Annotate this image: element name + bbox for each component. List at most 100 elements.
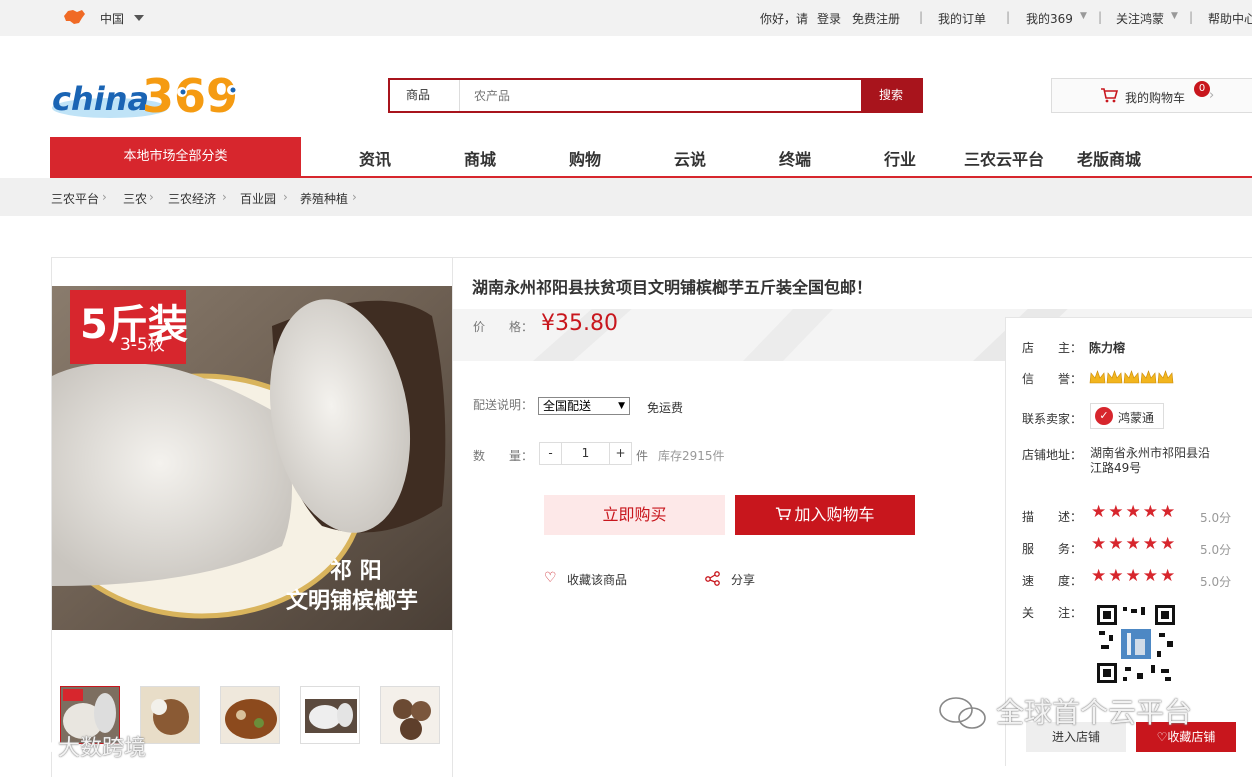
breadcrumb-item[interactable]: 三农经济 (168, 190, 216, 207)
breadcrumb-item[interactable]: 三农平台 (51, 190, 99, 207)
help-center-link[interactable]: 帮助中心 (1208, 10, 1252, 27)
cart-icon (1100, 87, 1119, 106)
watermark-text: 全球首个云平台 (996, 696, 1193, 729)
cart-label: 我的购物车 (1125, 91, 1186, 105)
separator: | (919, 10, 924, 24)
rating-stars: ★★★★★ (1091, 534, 1178, 554)
address-label: 店铺地址： (1022, 448, 1083, 462)
quantity-input[interactable]: 1 (562, 443, 609, 464)
heart-icon[interactable]: ♡ (544, 570, 557, 586)
logo-text-369: 369 (142, 69, 238, 123)
chevron-right-icon: › (352, 190, 357, 204)
nav-item-terminal[interactable]: 终端 (779, 146, 811, 170)
image-caption: 文明铺槟榔芋 (286, 588, 418, 614)
shipping-option: 全国配送 (543, 399, 592, 413)
nav-item-old-mall[interactable]: 老版商城 (1077, 146, 1141, 170)
cart-icon (775, 496, 792, 536)
price-label: 价 格： (473, 320, 534, 334)
chevron-right-icon: › (283, 190, 288, 204)
add-to-cart-button[interactable]: 加入购物车 (735, 495, 915, 535)
nav-item-shopping[interactable]: 购物 (569, 146, 601, 170)
thumbnail-image[interactable] (380, 686, 440, 744)
nav-item-news[interactable]: 资讯 (359, 146, 391, 170)
crown-icon (1089, 369, 1175, 388)
share-icon[interactable] (705, 571, 721, 589)
rating-score: 5.0分 (1200, 543, 1232, 557)
search-input[interactable] (460, 80, 861, 111)
nav-item-industry[interactable]: 行业 (884, 146, 916, 170)
nav-item-mall[interactable]: 商城 (464, 146, 496, 170)
register-link[interactable]: 免费注册 (852, 10, 900, 27)
chevron-right-icon: › (1209, 88, 1215, 103)
buy-now-button[interactable]: 立即购买 (544, 495, 725, 535)
shipping-fee: 免运费 (647, 401, 684, 415)
breadcrumb-item[interactable]: 三农 (123, 190, 147, 207)
rating-score: 5.0分 (1200, 575, 1232, 589)
nav-item-cloud-talk[interactable]: 云说 (674, 146, 706, 170)
rating-label: 描 述： (1022, 510, 1083, 524)
chevron-down-icon[interactable] (134, 15, 144, 21)
greeting-text: 你好，请 (760, 12, 809, 26)
login-link[interactable]: 登录 (817, 10, 841, 27)
add-to-cart-label: 加入购物车 (794, 505, 875, 524)
contact-label: 联系卖家： (1022, 412, 1083, 426)
quantity-minus-button[interactable]: - (540, 443, 562, 464)
site-logo[interactable]: china 369 (50, 62, 260, 126)
share-link[interactable]: 分享 (731, 571, 755, 588)
rating-stars: ★★★★★ (1091, 566, 1178, 586)
quantity-label: 数 量： (473, 449, 534, 463)
stock-count: 库存2915件 (658, 449, 725, 463)
owner-name: 陈力榕 (1089, 341, 1126, 355)
my369-menu[interactable]: 我的369 (1026, 10, 1073, 27)
quantity-plus-button[interactable]: + (609, 443, 631, 464)
follow-label: 关 注： (1022, 606, 1083, 620)
thumbnail-image[interactable] (140, 686, 200, 744)
hongmengtong-icon: ✓ (1095, 407, 1113, 425)
region-selector[interactable]: 中国 (100, 10, 124, 27)
chevron-right-icon: › (102, 190, 107, 204)
cart-count-badge: 0 (1194, 81, 1210, 97)
product-main-image[interactable]: 5斤装 3-5枚 祁 阳 文明铺槟榔芋 (52, 286, 452, 630)
chevron-right-icon: › (222, 190, 227, 204)
breadcrumb-item[interactable]: 百业园 (240, 190, 276, 207)
watermark-text: 大数跨境 (58, 736, 147, 761)
logo-text-china: china (52, 80, 149, 118)
rating-label: 服 务： (1022, 542, 1083, 556)
search-category-select[interactable]: 商品 (390, 80, 460, 111)
watermark-logo-icon (8, 728, 56, 761)
chevron-down-icon: ▼ (618, 401, 625, 411)
qr-code-icon (1097, 605, 1175, 683)
shipping-select[interactable]: 全国配送 ▼ (538, 397, 630, 415)
collect-product-link[interactable]: 收藏该商品 (567, 571, 627, 588)
search-button[interactable]: 搜索 (861, 80, 921, 111)
breadcrumb-item[interactable]: 养殖种植 (300, 190, 348, 207)
thumbnail-image[interactable] (300, 686, 360, 744)
follow-menu[interactable]: 关注鸿蒙 (1116, 10, 1164, 27)
favorite-store-label: 收藏店铺 (1167, 730, 1216, 744)
contact-seller-button[interactable]: ✓ 鸿蒙通 (1090, 403, 1164, 429)
price-value: ¥35.80 (541, 311, 618, 336)
quantity-stepper: - 1 + (539, 442, 632, 465)
chevron-down-icon[interactable]: ▼ (1080, 11, 1087, 21)
image-badge-subtext: 3-5枚 (120, 335, 165, 355)
wechat-icon (938, 696, 988, 733)
nav-item-sannong-cloud[interactable]: 三农云平台 (964, 146, 1044, 170)
separator: | (1098, 10, 1103, 24)
rating-label: 速 度： (1022, 574, 1083, 588)
product-title: 湖南永州祁阳县扶贫项目文明铺槟榔芋五斤装全国包邮！ (472, 278, 873, 297)
all-categories-button[interactable]: 本地市场全部分类 (50, 137, 301, 177)
owner-label: 店 主： (1022, 341, 1083, 355)
store-address: 湖南省永州市祁阳县沿江路49号 (1090, 446, 1211, 475)
top-bar: 中国 你好，请 登录 免费注册 | 我的订单 | 我的369 ▼ | 关注鸿蒙 … (0, 0, 1252, 36)
chevron-right-icon: › (149, 190, 154, 204)
heart-icon: ♡ (1156, 730, 1168, 744)
my-orders-link[interactable]: 我的订单 (938, 10, 986, 27)
image-caption: 祁 阳 (330, 558, 382, 584)
cart-button[interactable]: 0 我的购物车 › (1051, 78, 1252, 113)
chevron-down-icon[interactable]: ▼ (1171, 11, 1178, 21)
shipping-label: 配送说明： (473, 398, 534, 412)
contact-app-label: 鸿蒙通 (1118, 411, 1155, 425)
quantity-unit: 件 (636, 449, 649, 463)
rating-score: 5.0分 (1200, 511, 1232, 525)
thumbnail-image[interactable] (220, 686, 280, 744)
